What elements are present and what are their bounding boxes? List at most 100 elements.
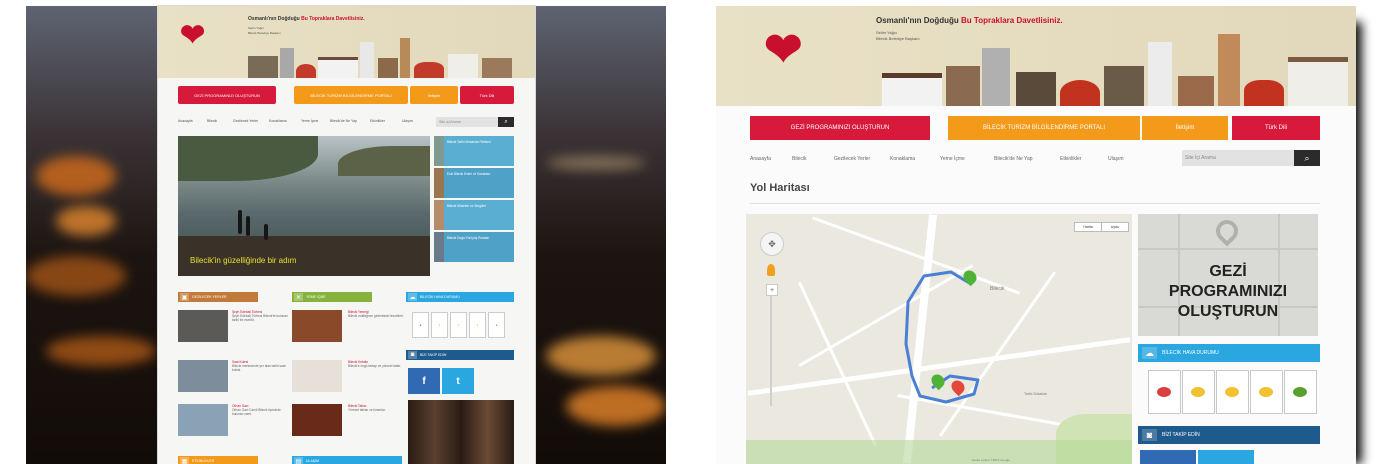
language-button[interactable]: Türk Dili [1232, 116, 1320, 140]
zoom-in-button[interactable]: + [766, 284, 778, 296]
place-item[interactable]: Saat Kulesi Bilecik merkezinde yer alan … [232, 360, 290, 372]
menu-item-yeme[interactable]: Yeme İçme [301, 119, 318, 123]
portal-button[interactable]: BİLECİK TURİZM BİLGİLENDİRME PORTALI [294, 86, 408, 104]
cutlery-icon: ✕ [294, 293, 303, 301]
banner-headline: Osmanlı'nın Doğduğu [876, 16, 959, 25]
map-pin-icon [1211, 215, 1243, 247]
place-thumbnail[interactable] [178, 404, 228, 436]
map-type-button[interactable]: Harita [1074, 222, 1102, 232]
search-input[interactable]: Site İçi Arama [1182, 150, 1294, 166]
gezi-program-box[interactable]: GEZİ PROGRAMINIZI OLUŞTURUN [1138, 214, 1318, 336]
food-thumbnail[interactable] [292, 404, 342, 436]
food-item[interactable]: Bilecik Tatlısı Yöresel tatlılar ve ikra… [348, 404, 404, 412]
menu-item-etkinlikler[interactable]: Etkinlikler [1060, 156, 1081, 162]
food-thumbnail[interactable] [292, 360, 342, 392]
side-slide-item[interactable]: Bilecik Tarihi Mekanlar Rehberi [434, 136, 514, 166]
portal-label: BİLECİK TURİZM BİLGİLENDİRME PORTALI [982, 125, 1106, 131]
menu-item-bilecik[interactable]: Bilecik [207, 119, 217, 123]
camera-icon: ▣ [180, 293, 189, 301]
title-divider [750, 203, 1320, 204]
map-place-label: Bilecik [990, 286, 1005, 292]
search-button[interactable]: ⌕ [1294, 150, 1320, 166]
site-banner: ❤ Osmanlı'nın Doğduğu Bu Topraklara Dave… [716, 6, 1356, 106]
menu-item-ulasim[interactable]: Ulaşım [402, 119, 413, 123]
place-text: Bilecik merkezinde yer alan tarihi saat … [232, 364, 286, 372]
portal-button[interactable]: BİLECİK TURİZM BİLGİLENDİRME PORTALI [948, 116, 1140, 140]
side-slide-text: Bilecik Tarihi Mekanlar Rehberi [447, 140, 491, 144]
bilecik-heart-logo: ❤ [180, 19, 206, 52]
cloud-sun-icon [1293, 387, 1307, 397]
page-title: Yol Haritası [750, 182, 810, 194]
facebook-button[interactable]: f [408, 368, 440, 394]
menu-item-anasayfa[interactable]: Anasayfa [750, 156, 771, 162]
menu-item-etkinlikler[interactable]: Etkinlikler [370, 119, 385, 123]
cloud-icon: ☁ [1142, 347, 1157, 359]
food-thumbnail[interactable] [292, 310, 342, 342]
place-item[interactable]: Orhan Gazi Orhan Gazi Camii Bilecik ilçe… [232, 404, 290, 416]
map-type-label: Harita [1083, 225, 1093, 229]
contact-button[interactable]: İletişim [1142, 116, 1228, 140]
hero-slider[interactable]: Bilecik'in güzelliğinde bir adım [178, 136, 430, 276]
food-text: Bilecik'e özgü kebap ve yöresel tatlar. [348, 364, 402, 368]
menu-item-konaklama[interactable]: Konaklama [269, 119, 287, 123]
map-pan-control[interactable]: ✥ [760, 232, 784, 256]
banner-headline: Osmanlı'nın Doğduğu [248, 16, 300, 22]
gezi-line-3: OLUŞTURUN [1177, 303, 1279, 320]
weather-day-card [1250, 370, 1283, 414]
route-map[interactable]: Bilecik Tarihi Sokaklar ✥ + Harita Uydu … [746, 214, 1132, 464]
gezi-program-label: GEZİ PROGRAMINIZI OLUŞTURUN [194, 92, 260, 98]
place-text: Şeyh Edebali Türbesi Bilecik'te bulunan … [232, 314, 288, 322]
places-section-header: ▣ GEZİLECEK YERLER [178, 292, 258, 302]
search-button[interactable]: ⌕ [498, 117, 514, 127]
menu-item-yeme[interactable]: Yeme İçme [940, 156, 965, 162]
menu-item-gezilecek[interactable]: Gezilecek Yerler [834, 156, 870, 162]
menu-item-bilecik[interactable]: Bilecik [792, 156, 806, 162]
plus-icon: + [769, 286, 775, 294]
contact-button[interactable]: İletişim [410, 86, 458, 104]
facebook-button[interactable] [1140, 450, 1196, 464]
menu-item-anasayfa[interactable]: Anasayfa [178, 119, 193, 123]
food-item[interactable]: Bilecik Kebabı Bilecik'e özgü kebap ve y… [348, 360, 404, 368]
menu-item-gezilecek[interactable]: Gezilecek Yerler [233, 119, 258, 123]
map-place-label: Tarihi Sokaklar [1024, 392, 1047, 396]
place-item[interactable]: Şeyh Edebali Türbesi Şeyh Edebali Türbes… [232, 310, 290, 322]
place-thumbnail[interactable] [178, 310, 228, 342]
place-thumbnail[interactable] [178, 360, 228, 392]
food-item[interactable]: Bilecik Yemeği Bilecik mutfağının gelene… [348, 310, 404, 318]
search-input[interactable]: Site İçi Arama [436, 117, 498, 127]
weather-day-card [1182, 370, 1215, 414]
binoculars-icon: ◙ [1142, 429, 1157, 441]
menu-item-ne-yap[interactable]: Bilecik'de Ne Yap [994, 156, 1033, 162]
weather-section-header: ☁ BİLECİK HAVA DURUMU [1138, 344, 1320, 362]
featured-photo[interactable] [408, 400, 514, 464]
search-placeholder: Site İçi Arama [439, 120, 461, 124]
cloud-icon: ☁ [408, 293, 417, 301]
satellite-type-button[interactable]: Uydu [1101, 222, 1129, 232]
facebook-icon: f [422, 375, 426, 387]
gezi-program-button[interactable]: GEZİ PROGRAMINIZI OLUŞTURUN [178, 86, 276, 104]
zoom-slider[interactable] [770, 296, 772, 406]
side-slide-item[interactable]: Bilecik Müzeleri ve Sergileri [434, 200, 514, 230]
menu-item-konaklama[interactable]: Konaklama [890, 156, 915, 162]
right-website-mockup: ❤ Osmanlı'nın Doğduğu Bu Topraklara Dave… [716, 6, 1356, 464]
side-slide-text: Bilecik Doğa Yürüyüş Rotaları [447, 236, 490, 240]
side-slide-item[interactable]: Eski Bilecik Evleri ve Sokakları [434, 168, 514, 198]
gezi-program-button[interactable]: GEZİ PROGRAMINIZI OLUŞTURUN [750, 116, 930, 140]
pegman-icon[interactable] [767, 264, 775, 276]
banner-subline-2: Bilecik Belediye Başkanı [248, 31, 281, 35]
language-button[interactable]: Türk Dili [460, 86, 514, 104]
follow-section-title: BİZİ TAKİP EDİN [1162, 432, 1200, 438]
sun-icon [1191, 387, 1205, 397]
weather-day-card: ● [431, 312, 448, 338]
weather-day-card: ● [412, 312, 429, 338]
language-label: Türk Dili [1265, 125, 1287, 131]
twitter-button[interactable] [1198, 450, 1254, 464]
weather-day-card [1216, 370, 1249, 414]
sun-icon [1259, 387, 1273, 397]
menu-item-ne-yap[interactable]: Bilecik'de Ne Yap [330, 119, 357, 123]
menu-item-ulasim[interactable]: Ulaşım [1108, 156, 1124, 162]
twitter-button[interactable]: t [442, 368, 474, 394]
weather-day-card: ● [488, 312, 505, 338]
weather-day-card: ● [469, 312, 486, 338]
side-slide-item[interactable]: Bilecik Doğa Yürüyüş Rotaları [434, 232, 514, 262]
